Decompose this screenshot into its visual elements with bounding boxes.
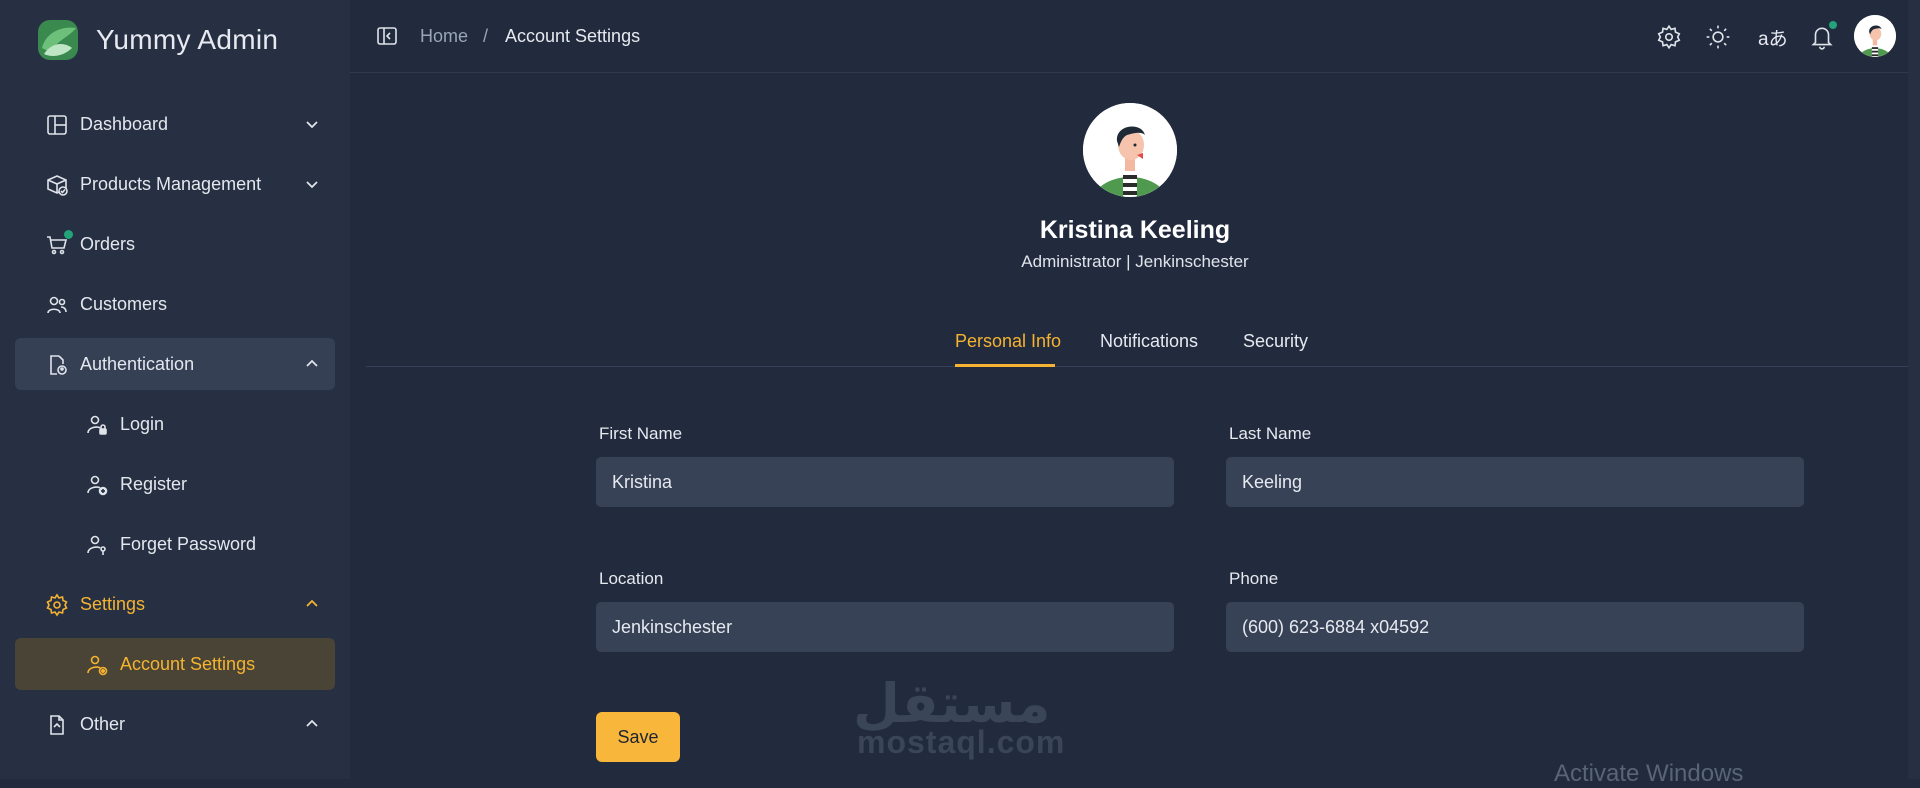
activate-windows-notice: Activate Windows (1554, 760, 1744, 787)
location-label: Location (599, 569, 664, 588)
chevron-up-icon (303, 595, 321, 613)
sidebar-item-label: Other (80, 713, 126, 734)
sidebar-item-label: Account Settings (120, 653, 256, 674)
user-gear-icon (85, 653, 109, 677)
sidebar-item-dashboard[interactable]: Dashboard (15, 98, 335, 150)
sidebar-item-label: Orders (80, 233, 136, 254)
sidebar-item-account-settings[interactable]: Account Settings (15, 638, 335, 690)
breadcrumb-separator: / (483, 26, 489, 46)
last-name-label: Last Name (1229, 424, 1312, 443)
top-header: Home / Account Settings aあ (350, 0, 1920, 73)
sidebar-item-register[interactable]: Register (15, 458, 335, 510)
chevron-up-icon (303, 355, 321, 373)
sidebar-item-label: Dashboard (80, 113, 169, 134)
tab-notifications[interactable]: Notifications (1100, 331, 1198, 352)
sidebar-item-products-management[interactable]: Products Management (15, 158, 335, 210)
user-key-icon (85, 533, 109, 557)
settings-icon[interactable] (1656, 24, 1682, 50)
notification-dot (1829, 21, 1837, 29)
sidebar-item-label: Settings (80, 593, 146, 614)
first-name-label: First Name (599, 424, 683, 443)
sidebar-item-label: Customers (80, 293, 168, 314)
tab-personal-info[interactable]: Personal Info (955, 331, 1061, 352)
brand[interactable]: Yummy Admin (36, 18, 278, 62)
last-name-field[interactable] (1226, 457, 1804, 507)
tabs-divider (366, 366, 1914, 367)
chevron-down-icon (303, 175, 321, 193)
sidebar-item-label: Login (120, 413, 165, 434)
gear-icon (45, 593, 69, 617)
orders-status-dot (64, 230, 73, 239)
box-icon (45, 173, 69, 197)
chevron-up-icon (303, 715, 321, 733)
sidebar-item-settings[interactable]: Settings (15, 578, 335, 630)
sidebar-item-forget-password[interactable]: Forget Password (15, 518, 335, 570)
avatar[interactable] (1854, 15, 1896, 57)
profile-name: Kristina Keeling (1039, 216, 1231, 244)
breadcrumb-current: Account Settings (505, 26, 641, 46)
sidebar-item-login[interactable]: Login (15, 398, 335, 450)
chevron-down-icon (303, 115, 321, 133)
sidebar-item-orders[interactable]: Orders (15, 218, 335, 270)
sidebar-toggle-icon[interactable] (376, 25, 398, 47)
watermark-latin: mostaql.com (857, 724, 1066, 760)
yummy-logo-icon (36, 18, 80, 62)
first-name-field[interactable] (596, 457, 1174, 507)
user-plus-icon (85, 473, 109, 497)
brand-name: Yummy Admin (96, 24, 279, 55)
sidebar-item-label: Authentication (80, 353, 195, 374)
user-lock-icon (85, 413, 109, 437)
sidebar-item-label: Register (120, 473, 188, 494)
users-icon (45, 293, 69, 317)
tab-security[interactable]: Security (1243, 331, 1308, 352)
profile-avatar (1083, 103, 1177, 197)
translate-icon[interactable]: aあ (1758, 24, 1788, 51)
layout-icon (45, 113, 69, 137)
sidebar: Yummy Admin Dashboard Products Managemen… (0, 0, 350, 779)
save-button[interactable]: Save (596, 712, 680, 762)
sidebar-item-label: Forget Password (120, 533, 257, 554)
sun-icon[interactable] (1705, 24, 1731, 50)
file-icon (45, 713, 69, 737)
location-field[interactable] (596, 602, 1174, 652)
breadcrumb-home[interactable]: Home (420, 26, 468, 47)
profile-subtitle: Administrator | Jenkinschester (1021, 252, 1249, 271)
sidebar-item-label: Products Management (80, 173, 262, 194)
scrollbar[interactable] (1908, 0, 1920, 779)
sidebar-item-other[interactable]: Other (15, 698, 335, 750)
phone-field[interactable] (1226, 602, 1804, 652)
sidebar-item-authentication[interactable]: Authentication (15, 338, 335, 390)
auth-icon (45, 353, 69, 377)
sidebar-item-customers[interactable]: Customers (15, 278, 335, 330)
active-tab-indicator (955, 364, 1055, 367)
phone-label: Phone (1229, 569, 1279, 588)
